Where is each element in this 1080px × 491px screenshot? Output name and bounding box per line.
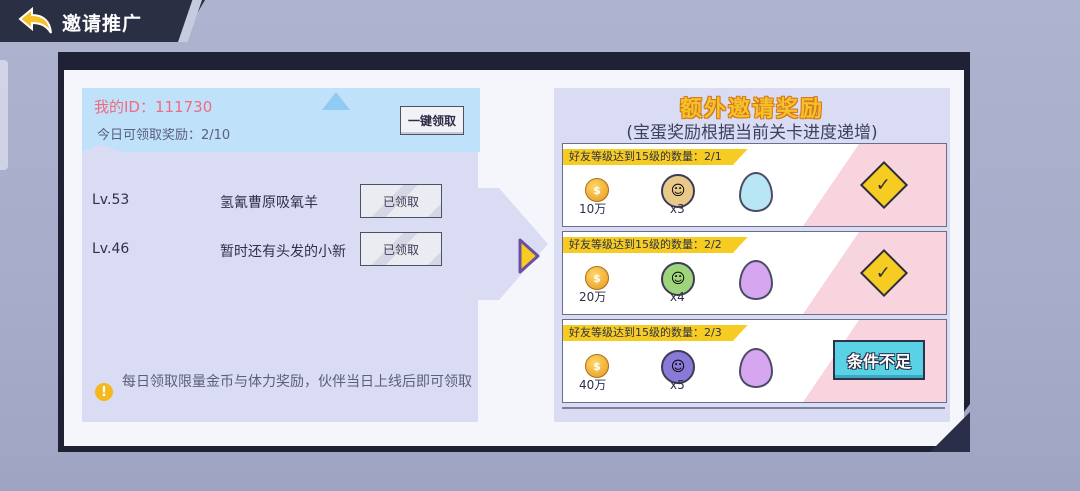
claim-all-button[interactable]: 一键领取 bbox=[400, 106, 464, 135]
coin-icon: $ bbox=[585, 354, 609, 378]
list-scroll-edge bbox=[562, 407, 945, 409]
reward-tier: 好友等级达到15级的数量：2/3 $ 40万 ☺ x5 条件不足 bbox=[562, 319, 947, 403]
tier-condition: 好友等级达到15级的数量：2/2 bbox=[563, 237, 748, 253]
crystal-egg-icon bbox=[739, 172, 773, 212]
coin-amount: 10万 bbox=[579, 202, 607, 216]
exclamation-icon: ! bbox=[95, 383, 113, 401]
reward-tier: 好友等级达到15级的数量：2/2 $ 20万 ☺ x4 ✓ bbox=[562, 231, 947, 315]
purple-egg-icon bbox=[739, 348, 773, 388]
hero-quantity: x3 bbox=[670, 202, 685, 216]
friend-level: Lv.46 bbox=[92, 241, 130, 257]
hero-quantity: x5 bbox=[670, 378, 685, 392]
hero-quantity: x4 bbox=[670, 290, 685, 304]
claimed-button[interactable]: 已领取 bbox=[360, 232, 442, 266]
my-id: 我的ID：111730 bbox=[94, 98, 213, 116]
coin-icon: $ bbox=[585, 266, 609, 290]
today-claimable-count: 今日可领取奖励：2/10 bbox=[97, 128, 231, 143]
friend-name: 暂时还有头发的小新 bbox=[220, 244, 346, 260]
back-button[interactable] bbox=[16, 6, 56, 36]
extra-reward-subtitle: (宝蛋奖励根据当前关卡进度递增) bbox=[626, 123, 878, 143]
coin-amount: 20万 bbox=[579, 290, 607, 304]
coin-icon: $ bbox=[585, 178, 609, 202]
coin-amount: 40万 bbox=[579, 378, 607, 392]
play-arrow-icon bbox=[518, 238, 540, 274]
notice-text: 每日领取限量金币与体力奖励，伙伴当日上线后即可领取 bbox=[122, 374, 472, 390]
side-handle[interactable] bbox=[0, 60, 8, 170]
condition-not-met-button[interactable]: 条件不足 bbox=[833, 340, 925, 380]
reward-tier: 好友等级达到15级的数量：2/1 $ 10万 ☺ x3 ✓ bbox=[562, 143, 947, 227]
purple-egg-icon bbox=[739, 260, 773, 300]
tier-condition: 好友等级达到15级的数量：2/3 bbox=[563, 325, 748, 341]
friend-level: Lv.53 bbox=[92, 192, 130, 208]
friend-name: 氢氰曹原吸氧羊 bbox=[220, 195, 318, 211]
page-title: 邀请推广 bbox=[62, 13, 143, 35]
back-arrow-icon bbox=[18, 7, 52, 34]
tier-condition: 好友等级达到15级的数量：2/1 bbox=[563, 149, 748, 165]
claimed-button[interactable]: 已领取 bbox=[360, 184, 442, 218]
